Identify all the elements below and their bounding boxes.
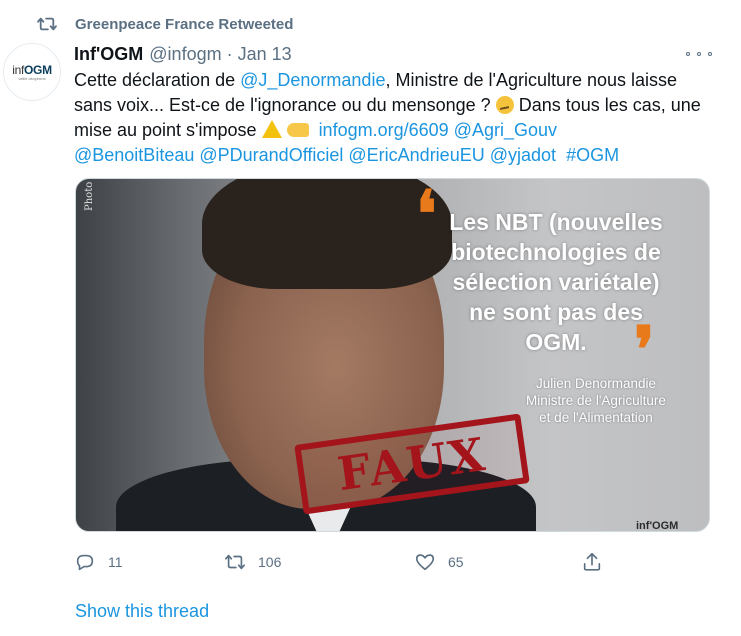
tweet-header: Inf'OGM @infogm · Jan 13 bbox=[74, 43, 292, 65]
tweet-media-image[interactable]: Photo : A ❛ Les NBT (nouvelles biotechno… bbox=[75, 178, 710, 532]
show-thread-link[interactable]: Show this thread bbox=[75, 601, 209, 622]
portrait-hair bbox=[202, 179, 452, 289]
like-button[interactable]: 65 bbox=[414, 548, 464, 576]
mention-link[interactable]: @PDurandOfficiel bbox=[199, 145, 343, 165]
share-button[interactable] bbox=[581, 548, 603, 576]
retweet-button[interactable]: 106 bbox=[224, 548, 281, 576]
social-context[interactable]: Greenpeace France Retweeted bbox=[36, 12, 293, 36]
share-icon bbox=[583, 552, 601, 571]
mention-link[interactable]: @yjadot bbox=[490, 145, 556, 165]
like-count: 65 bbox=[448, 554, 464, 570]
reply-count: 11 bbox=[108, 554, 123, 570]
warning-icon bbox=[261, 120, 282, 138]
tweet-text: Cette déclaration de @J_Denormandie, Min… bbox=[74, 68, 714, 168]
quote-author-role: et de l'Alimentation bbox=[539, 410, 653, 425]
mention-link[interactable]: @BenoitBiteau bbox=[74, 145, 194, 165]
watermark-logo: inf'OGM bbox=[636, 520, 679, 532]
quote-author: Julien Denormandie Ministre de l'Agricul… bbox=[496, 375, 696, 426]
quote-open-mark: ❛ bbox=[416, 178, 437, 252]
more-options-icon[interactable] bbox=[686, 44, 712, 64]
avatar-tagline: veille citoyenne bbox=[18, 76, 46, 81]
separator-dot: · bbox=[226, 43, 233, 64]
avatar-logo: infOGM bbox=[12, 63, 52, 77]
mention-link[interactable]: @J_Denormandie bbox=[240, 70, 385, 90]
retweet-count: 106 bbox=[258, 554, 282, 570]
text-segment: Cette déclaration de bbox=[74, 70, 241, 90]
stamp-text: FAUX bbox=[334, 426, 490, 502]
author-handle[interactable]: @infogm bbox=[149, 44, 221, 65]
thinking-face-icon bbox=[495, 96, 514, 114]
tweet-actions: 11 106 65 bbox=[74, 548, 634, 576]
retweeted-by-label: Greenpeace France Retweeted bbox=[75, 15, 294, 33]
quote-author-role: Ministre de l'Agriculture bbox=[526, 393, 666, 408]
author-name[interactable]: Inf'OGM bbox=[74, 44, 143, 65]
retweet-icon bbox=[37, 17, 57, 31]
pointing-hand-icon bbox=[286, 123, 309, 137]
retweet-icon bbox=[225, 554, 245, 570]
quote-close-mark: ❜ bbox=[634, 313, 655, 388]
photo-credit: Photo : A bbox=[84, 178, 95, 211]
url-link[interactable]: infogm.org/6609 bbox=[319, 120, 449, 140]
mention-link[interactable]: @Agri_Gouv bbox=[454, 120, 557, 140]
avatar[interactable]: infOGM veille citoyenne bbox=[3, 43, 61, 101]
hashtag-link[interactable]: #OGM bbox=[566, 145, 619, 165]
reply-icon bbox=[76, 554, 94, 571]
heart-icon bbox=[415, 554, 435, 571]
quote-author-name: Julien Denormandie bbox=[535, 376, 657, 391]
tweet-date[interactable]: Jan 13 bbox=[238, 44, 292, 65]
reply-button[interactable]: 11 bbox=[74, 548, 123, 576]
mention-link[interactable]: @EricAndrieuEU bbox=[348, 145, 484, 165]
